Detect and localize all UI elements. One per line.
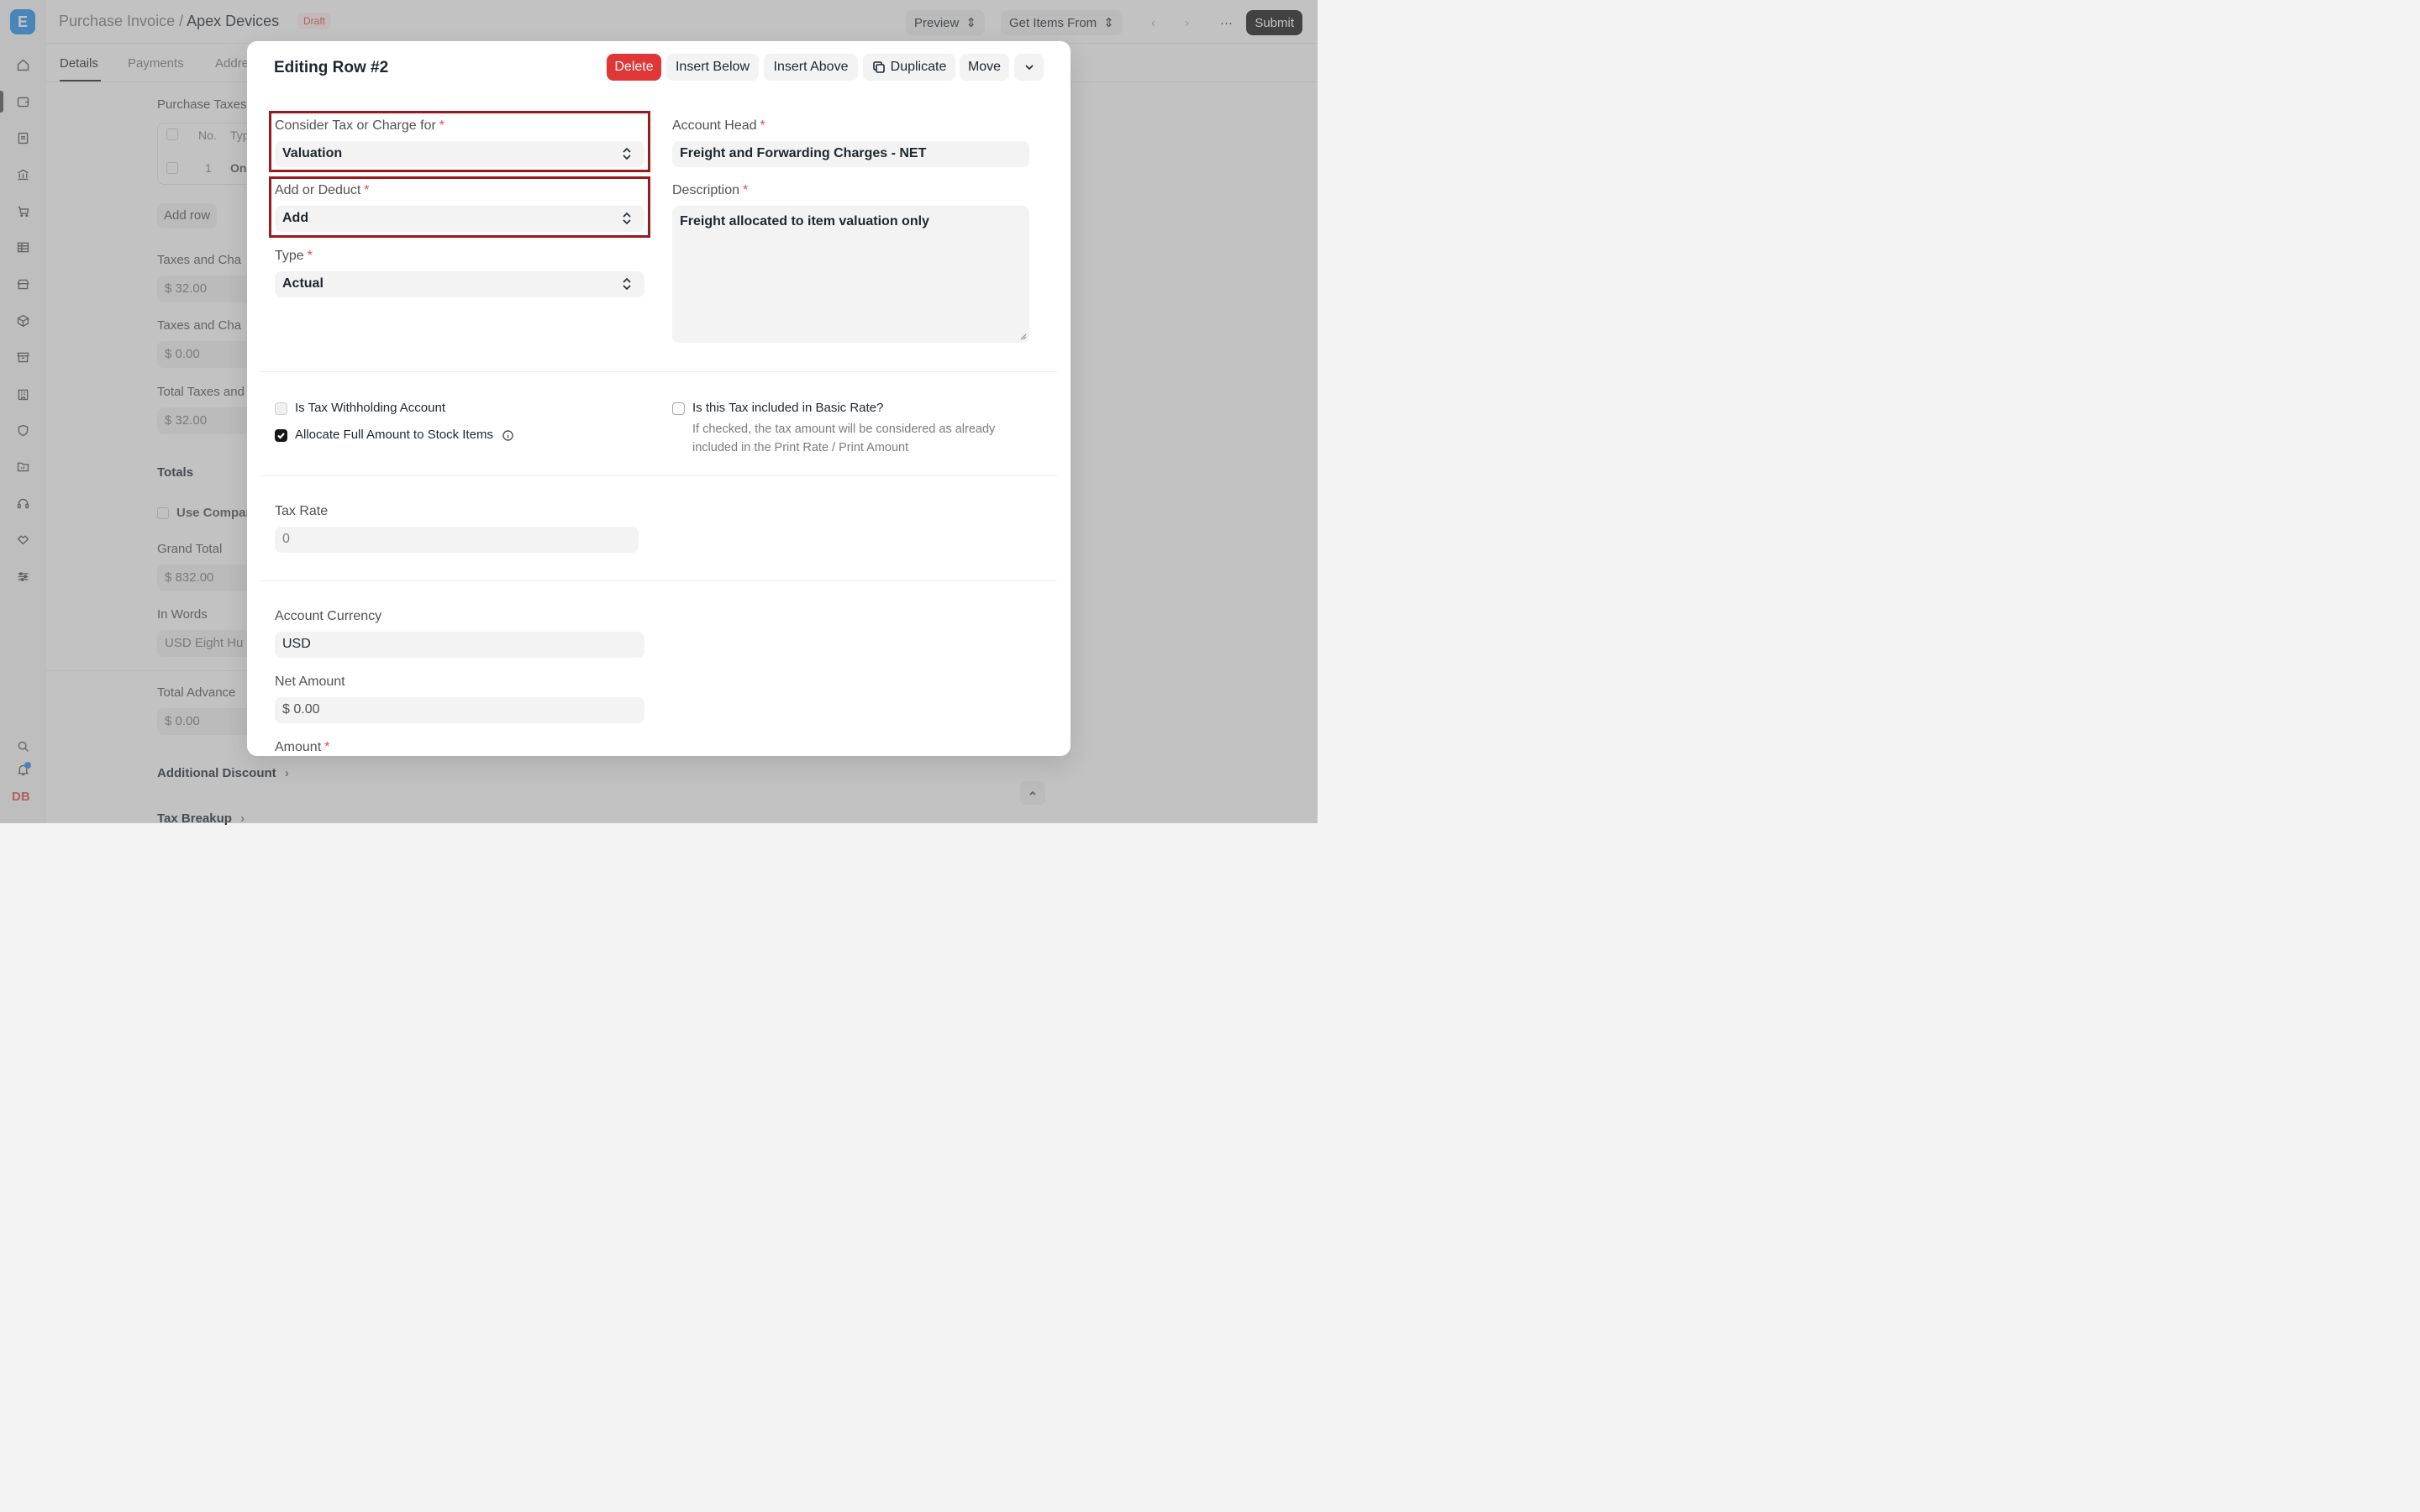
more-actions-button[interactable] (1014, 54, 1044, 81)
amount-label: Amount * (275, 740, 330, 754)
section-divider (260, 371, 1057, 372)
dialog-title: Editing Row #2 (274, 59, 389, 76)
account-head-label: Account Head * (672, 118, 765, 133)
account-head-field[interactable]: Freight and Forwarding Charges - NET (672, 141, 1029, 167)
description-label: Description * (672, 183, 749, 197)
description-textarea[interactable]: Freight allocated to item valuation only (672, 206, 1029, 343)
account-currency-field[interactable]: USD (275, 632, 644, 658)
account-currency-label: Account Currency (275, 609, 382, 623)
info-icon[interactable] (502, 430, 513, 441)
allocate-full-amount-checkbox[interactable] (275, 429, 287, 442)
delete-button[interactable]: Delete (607, 54, 661, 81)
duplicate-button[interactable]: Duplicate (863, 54, 955, 81)
highlight-box-add-deduct (269, 176, 650, 238)
resize-handle-icon[interactable] (1019, 333, 1027, 340)
withholding-checkbox[interactable] (275, 402, 287, 415)
allocate-full-amount-label: Allocate Full Amount to Stock Items (295, 428, 493, 442)
tax-included-checkbox[interactable] (672, 402, 685, 415)
type-select[interactable]: Actual (275, 271, 644, 297)
withholding-label: Is Tax Withholding Account (295, 401, 445, 415)
tax-rate-label: Tax Rate (275, 504, 329, 518)
description-value: Freight allocated to item valuation only (680, 214, 929, 228)
highlight-box-consider-tax (269, 111, 650, 172)
tax-included-label: Is this Tax included in Basic Rate? (692, 401, 884, 415)
section-divider (260, 580, 1057, 581)
section-divider (260, 475, 1057, 476)
chevron-up-down-icon (621, 277, 633, 291)
net-amount-label: Net Amount (275, 675, 345, 689)
chevron-down-icon (1024, 65, 1034, 71)
insert-below-button[interactable]: Insert Below (666, 54, 759, 81)
tax-rate-field[interactable]: 0 (275, 527, 639, 553)
tax-included-help-text: If checked, the tax amount will be consi… (692, 423, 996, 454)
duplicate-label: Duplicate (890, 60, 947, 74)
edit-row-dialog: Editing Row #2 Delete Insert Below Inser… (247, 41, 1071, 756)
copy-icon (872, 61, 885, 73)
type-value: Actual (282, 276, 324, 291)
type-label: Type * (275, 249, 313, 263)
move-button[interactable]: Move (960, 54, 1009, 81)
insert-above-button[interactable]: Insert Above (764, 54, 858, 81)
checkmark-icon (277, 433, 285, 439)
net-amount-field: $ 0.00 (275, 697, 644, 723)
